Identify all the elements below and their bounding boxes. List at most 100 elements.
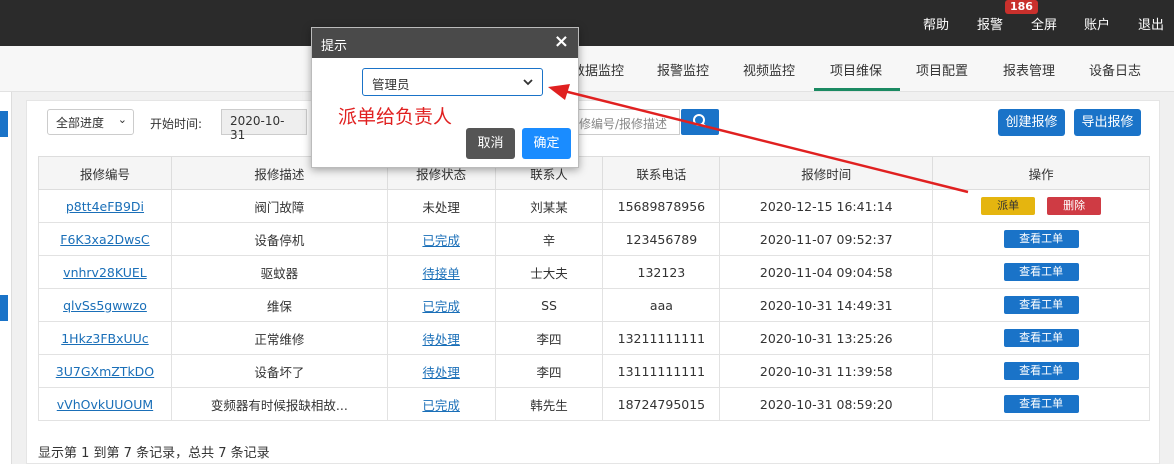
dispatch-dialog: 提示 × 管理员 取消 确定 bbox=[311, 27, 579, 168]
repair-desc: 变频器有时候报缺相故... bbox=[170, 387, 388, 421]
view-workorder-button[interactable]: 查看工单 bbox=[1003, 230, 1079, 248]
start-time-label: 开始时间: bbox=[150, 117, 203, 131]
repair-status: 未处理 bbox=[386, 189, 496, 223]
dialog-header: 提示 × bbox=[312, 28, 578, 58]
repair-time: 2020-10-31 13:25:26 bbox=[719, 321, 934, 355]
progress-filter-value: 全部进度 bbox=[56, 116, 105, 130]
repair-desc: 维保 bbox=[170, 288, 388, 322]
annotation-text: 派单给负责人 bbox=[338, 106, 453, 128]
assignee-select-value: 管理员 bbox=[372, 77, 410, 92]
assignee-select[interactable]: 管理员 bbox=[362, 68, 543, 96]
repair-phone: 13111111111 bbox=[602, 354, 721, 388]
confirm-button[interactable]: 确定 bbox=[522, 128, 571, 159]
repair-phone: 18724795015 bbox=[602, 387, 721, 421]
repair-phone: 132123 bbox=[602, 255, 721, 289]
close-icon[interactable]: × bbox=[554, 31, 569, 52]
start-date-input[interactable]: 2020-10-31 bbox=[221, 109, 307, 142]
repair-desc: 设备坏了 bbox=[170, 354, 388, 388]
table-row: vnhrv28KUEL 驱蚊器 待接单 士大夫 132123 2020-11-0… bbox=[38, 255, 1150, 289]
create-repair-button[interactable]: 创建报修 bbox=[998, 109, 1065, 136]
row-actions: 派单 删除 bbox=[932, 189, 1150, 223]
repair-status-link[interactable]: 待接单 bbox=[422, 266, 460, 281]
chevron-down-icon: ⌄ bbox=[117, 113, 127, 126]
repair-contact: 李四 bbox=[494, 321, 604, 355]
delete-button[interactable]: 删除 bbox=[1047, 197, 1102, 215]
view-workorder-button[interactable]: 查看工单 bbox=[1003, 362, 1079, 380]
table-row: p8tt4eFB9Di 阀门故障 未处理 刘某某 15689878956 202… bbox=[38, 189, 1150, 223]
sidebar-active-marker[interactable] bbox=[0, 295, 8, 321]
table-row: vVhOvkUUOUM 变频器有时候报缺相故... 已完成 韩先生 187247… bbox=[38, 387, 1150, 421]
repair-desc: 阀门故障 bbox=[170, 189, 388, 223]
pagination-summary: 显示第 1 到第 7 条记录，总共 7 条记录 bbox=[38, 446, 270, 461]
help-link[interactable]: 帮助 bbox=[923, 14, 949, 33]
search-button[interactable] bbox=[681, 109, 719, 135]
repair-contact: 韩先生 bbox=[494, 387, 604, 421]
row-actions: 查看工单 bbox=[932, 222, 1150, 256]
nav-device-log[interactable]: 设备日志 bbox=[1089, 60, 1141, 79]
logout-link[interactable]: 退出 bbox=[1138, 14, 1164, 33]
repair-time: 2020-10-31 08:59:20 bbox=[719, 387, 934, 421]
row-actions: 查看工单 bbox=[932, 321, 1150, 355]
row-actions: 查看工单 bbox=[932, 387, 1150, 421]
row-actions: 查看工单 bbox=[932, 354, 1150, 388]
cancel-button[interactable]: 取消 bbox=[466, 128, 515, 159]
repair-phone: 13211111111 bbox=[602, 321, 721, 355]
repair-time: 2020-12-15 16:41:14 bbox=[719, 189, 934, 223]
col-header-time: 报修时间 bbox=[719, 156, 934, 190]
alarm-count-badge: 186 bbox=[1005, 0, 1038, 14]
table-row: 1Hkz3FBxUUc 正常维修 待处理 李四 13211111111 2020… bbox=[38, 321, 1150, 355]
nav-report-management[interactable]: 报表管理 bbox=[1003, 60, 1055, 79]
repair-id-link[interactable]: 1Hkz3FBxUUc bbox=[61, 331, 148, 346]
repair-status-link[interactable]: 待处理 bbox=[422, 365, 460, 380]
repair-id-link[interactable]: F6K3xa2DwsC bbox=[60, 232, 149, 247]
repair-desc: 驱蚊器 bbox=[170, 255, 388, 289]
dispatch-button[interactable]: 派单 bbox=[981, 197, 1036, 215]
repair-status-link[interactable]: 已完成 bbox=[422, 398, 460, 413]
repair-phone: aaa bbox=[602, 288, 721, 322]
search-icon bbox=[693, 114, 707, 128]
nav-project-maintenance[interactable]: 项目维保 bbox=[830, 60, 882, 79]
repair-id-link[interactable]: qlvSs5gwwzo bbox=[63, 298, 147, 313]
nav-project-config[interactable]: 项目配置 bbox=[916, 60, 968, 79]
repair-id-link[interactable]: 3U7GXmZTkDO bbox=[56, 364, 154, 379]
table-row: 3U7GXmZTkDO 设备坏了 待处理 李四 13111111111 2020… bbox=[38, 354, 1150, 388]
repair-contact: 李四 bbox=[494, 354, 604, 388]
repair-status-link[interactable]: 待处理 bbox=[422, 332, 460, 347]
export-repair-button[interactable]: 导出报修 bbox=[1074, 109, 1141, 136]
repair-table: 报修编号 报修描述 报修状态 联系人 联系电话 报修时间 操作 p8tt4eFB… bbox=[38, 156, 1150, 421]
account-link[interactable]: 账户 bbox=[1084, 14, 1110, 33]
view-workorder-button[interactable]: 查看工单 bbox=[1003, 296, 1079, 314]
repair-contact: 士大夫 bbox=[494, 255, 604, 289]
repair-status-link[interactable]: 已完成 bbox=[422, 299, 460, 314]
repair-id-link[interactable]: vVhOvkUUOUM bbox=[57, 397, 153, 412]
col-header-actions: 操作 bbox=[932, 156, 1150, 190]
nav-video-monitor[interactable]: 视频监控 bbox=[743, 60, 795, 79]
col-header-id: 报修编号 bbox=[38, 156, 172, 190]
sidebar-active-marker[interactable] bbox=[0, 111, 8, 137]
view-workorder-button[interactable]: 查看工单 bbox=[1003, 263, 1079, 281]
repair-status-link[interactable]: 已完成 bbox=[422, 233, 460, 248]
left-sidebar bbox=[0, 92, 12, 464]
table-row: qlvSs5gwwzo 维保 已完成 SS aaa 2020-10-31 14:… bbox=[38, 288, 1150, 322]
nav-data-monitor[interactable]: 数据监控 bbox=[572, 60, 624, 79]
repair-time: 2020-10-31 14:49:31 bbox=[719, 288, 934, 322]
progress-filter-select[interactable]: 全部进度 ⌄ bbox=[47, 109, 134, 135]
repair-time: 2020-10-31 11:39:58 bbox=[719, 354, 934, 388]
repair-contact: 刘某某 bbox=[494, 189, 604, 223]
repair-id-link[interactable]: p8tt4eFB9Di bbox=[66, 199, 144, 214]
view-workorder-button[interactable]: 查看工单 bbox=[1003, 329, 1079, 347]
repair-phone: 123456789 bbox=[602, 222, 721, 256]
alarm-link[interactable]: 报警 bbox=[977, 14, 1003, 33]
table-row: F6K3xa2DwsC 设备停机 已完成 辛 123456789 2020-11… bbox=[38, 222, 1150, 256]
top-bar: 帮助 报警 186 全屏 账户 退出 bbox=[0, 0, 1174, 46]
view-workorder-button[interactable]: 查看工单 bbox=[1003, 395, 1079, 413]
repair-contact: SS bbox=[494, 288, 604, 322]
fullscreen-link[interactable]: 全屏 bbox=[1031, 14, 1057, 33]
repair-contact: 辛 bbox=[494, 222, 604, 256]
repair-id-link[interactable]: vnhrv28KUEL bbox=[63, 265, 147, 280]
active-nav-indicator bbox=[814, 88, 900, 91]
repair-desc: 正常维修 bbox=[170, 321, 388, 355]
repair-desc: 设备停机 bbox=[170, 222, 388, 256]
nav-alarm-monitor[interactable]: 报警监控 bbox=[657, 60, 709, 79]
row-actions: 查看工单 bbox=[932, 288, 1150, 322]
